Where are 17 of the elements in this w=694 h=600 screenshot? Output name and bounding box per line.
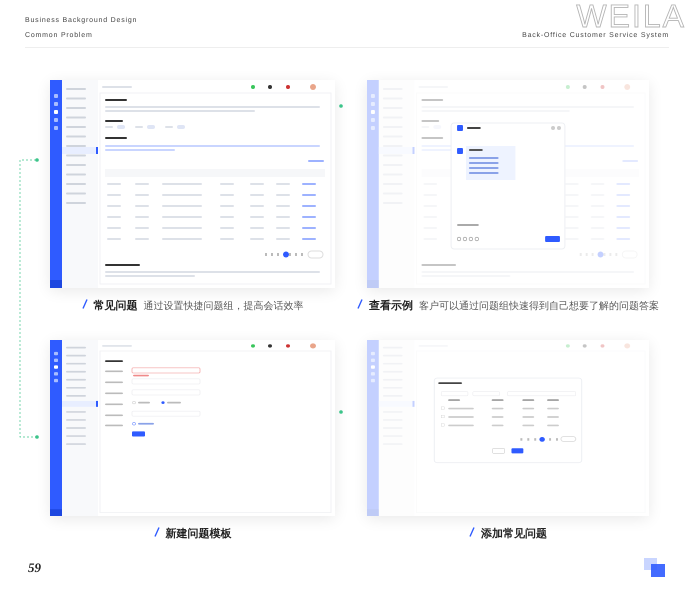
connector-dot xyxy=(35,158,39,162)
slash-icon xyxy=(469,527,475,537)
brand-title: WEILA xyxy=(576,0,686,32)
caption-title: 查看示例 xyxy=(369,298,413,313)
connector-dot xyxy=(339,410,343,414)
slash-icon xyxy=(357,299,363,309)
slash-icon xyxy=(154,527,160,537)
page-number: 59 xyxy=(28,560,41,576)
caption-title: 新建问题模板 xyxy=(166,526,232,541)
slash-icon xyxy=(82,299,88,309)
connector-dot xyxy=(339,104,343,108)
caption-title: 添加常见问题 xyxy=(481,526,547,541)
caption-title: 常见问题 xyxy=(94,298,138,313)
caption-text: 通过设置快捷问题组，提高会话效率 xyxy=(144,300,304,313)
logo-icon xyxy=(644,558,666,578)
connector-dot xyxy=(35,435,39,439)
caption-text: 客户可以通过问题组快速得到自己想要了解的问题答案 xyxy=(419,300,659,313)
